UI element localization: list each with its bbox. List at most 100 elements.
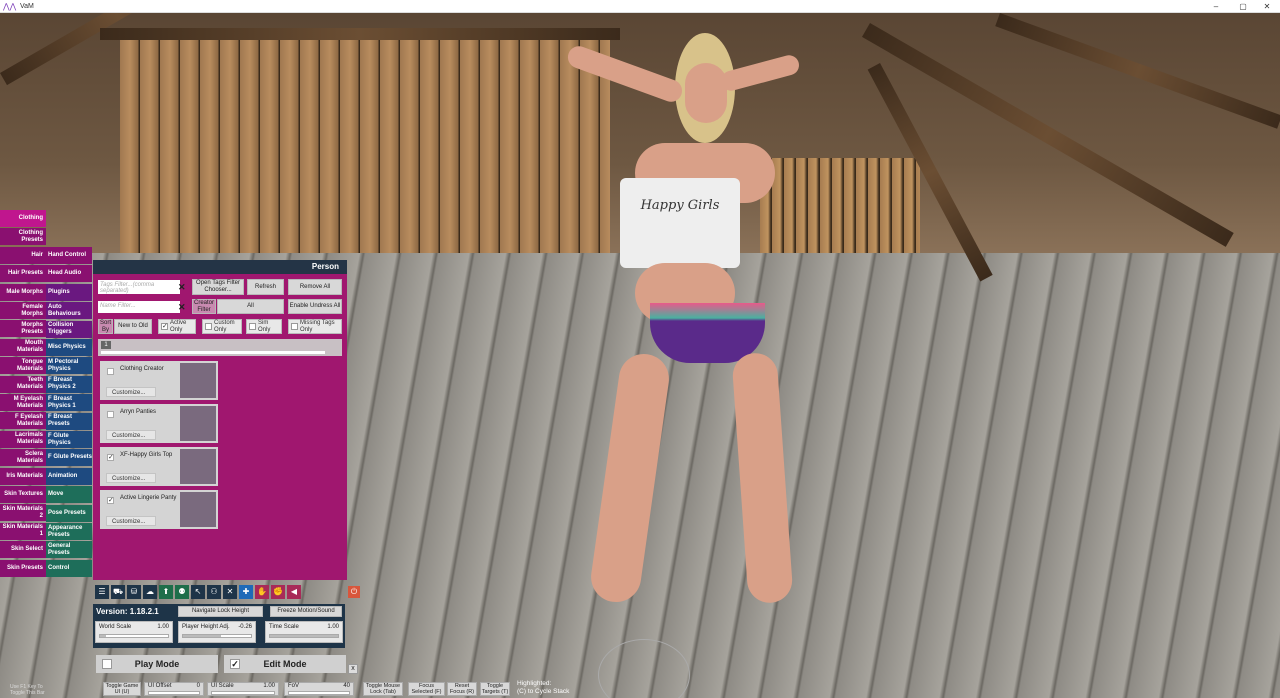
minimize-button[interactable]: – bbox=[1202, 0, 1230, 13]
toggle-mouse-lock-button[interactable]: Toggle Mouse Lock (Tab) bbox=[363, 682, 403, 696]
clear-name-filter-icon[interactable]: ✕ bbox=[178, 302, 186, 312]
missing-tags-checkbox[interactable] bbox=[291, 323, 298, 330]
tab-skin-presets[interactable]: Skin Presets bbox=[0, 559, 46, 577]
hand-icon[interactable]: ✋ bbox=[255, 585, 269, 599]
ui-offset-slider[interactable]: UI Offset 0 bbox=[144, 682, 204, 696]
tab-collision-triggers[interactable]: Collision Triggers bbox=[46, 320, 92, 338]
refresh-button[interactable]: Refresh bbox=[247, 279, 284, 295]
people-icon[interactable]: ⚇ bbox=[207, 585, 221, 599]
toggle-game-ui-button[interactable]: Toggle Game UI (U) bbox=[103, 682, 141, 696]
name-filter-input[interactable]: Name Filter... bbox=[98, 301, 180, 313]
tab-control[interactable]: Control bbox=[46, 559, 92, 577]
edit-mode-button[interactable]: ✓ Edit Mode bbox=[224, 655, 346, 673]
tab-iris-materials[interactable]: Iris Materials bbox=[0, 467, 46, 485]
tab-head-audio[interactable]: Head Audio bbox=[46, 265, 92, 283]
tab-skin-materials-2[interactable]: Skin Materials 2 bbox=[0, 504, 46, 522]
menu-icon[interactable]: ☰ bbox=[95, 585, 109, 599]
tab-auto-behaviours[interactable]: Auto Behaviours bbox=[46, 302, 92, 320]
customize-button[interactable]: Customize... bbox=[106, 516, 156, 526]
close-ui-button[interactable]: x bbox=[348, 664, 358, 674]
tab-misc-physics[interactable]: Misc Physics bbox=[46, 339, 92, 356]
fov-slider[interactable]: FoV 40 bbox=[284, 682, 354, 696]
tab-f-glute-presets[interactable]: F Glute Presets bbox=[46, 449, 92, 467]
tab-move[interactable]: Move bbox=[46, 486, 92, 504]
person-model[interactable]: Happy Girls bbox=[560, 23, 802, 643]
tab-tongue-materials[interactable]: Tongue Materials bbox=[0, 357, 46, 375]
page-number[interactable]: 1 bbox=[101, 341, 111, 349]
tab-f-eyelash-materials[interactable]: F Eyelash Materials bbox=[0, 412, 46, 430]
clothing-item-checkbox[interactable]: ✓ bbox=[107, 454, 114, 461]
open-tags-filter-button[interactable]: Open Tags Filter Chooser... bbox=[192, 279, 244, 295]
clothing-item-checkbox[interactable] bbox=[107, 411, 114, 418]
open-scene-icon[interactable]: ⛟ bbox=[111, 585, 125, 599]
active-only-checkbox[interactable]: ✓ bbox=[161, 323, 168, 330]
customize-button[interactable]: Customize... bbox=[106, 473, 156, 483]
player-height-slider[interactable]: Player Height Adj. -0.26 bbox=[178, 621, 256, 643]
tab-animation[interactable]: Animation bbox=[46, 467, 92, 485]
focus-selected-button[interactable]: Focus Selected (F) bbox=[408, 682, 445, 696]
tab-female-morphs[interactable]: Female Morphs bbox=[0, 302, 46, 319]
tab-pose-presets[interactable]: Pose Presets bbox=[46, 504, 92, 522]
tags-filter-input[interactable]: Tags Filter...(comma separated) bbox=[98, 280, 180, 294]
toggle-targets-button[interactable]: Toggle Targets (T) bbox=[480, 682, 510, 696]
sim-only-toggle[interactable]: Sim Only bbox=[246, 319, 282, 334]
enable-undress-all-button[interactable]: Enable Undress All bbox=[288, 299, 342, 314]
tab-general-presets[interactable]: General Presets bbox=[46, 541, 92, 559]
tab-f-glute-physics[interactable]: F Glute Physics bbox=[46, 431, 92, 448]
tab-male-morphs[interactable]: Male Morphs bbox=[0, 283, 46, 301]
tab-f-breast-physics-1[interactable]: F Breast Physics 1 bbox=[46, 394, 92, 412]
tab-appearance-presets[interactable]: Appearance Presets bbox=[46, 523, 92, 540]
select-icon[interactable]: ↖ bbox=[191, 585, 205, 599]
power-icon[interactable]: ⏻ bbox=[348, 586, 360, 598]
clothing-item-checkbox[interactable] bbox=[107, 368, 114, 375]
tab-hand-control[interactable]: Hand Control bbox=[46, 247, 92, 264]
tab-hair[interactable]: Hair bbox=[0, 246, 46, 264]
clothing-item-checkbox[interactable]: ✓ bbox=[107, 497, 114, 504]
move-icon[interactable]: ✚ bbox=[239, 585, 253, 599]
clear-tags-filter-icon[interactable]: ✕ bbox=[178, 282, 186, 292]
time-scale-slider[interactable]: Time Scale 1.00 bbox=[265, 621, 343, 643]
creator-filter-select[interactable]: All bbox=[217, 299, 284, 314]
world-scale-slider[interactable]: World Scale 1.00 bbox=[95, 621, 173, 643]
tab-f-breast-presets[interactable]: F Breast Presets bbox=[46, 412, 92, 430]
tab-clothing-presets[interactable]: Clothing Presets bbox=[0, 228, 46, 246]
play-mode-button[interactable]: Play Mode bbox=[96, 655, 218, 673]
add-atom-icon[interactable]: ⬆ bbox=[159, 585, 173, 599]
clothing-item[interactable]: ✓ Active Lingerie Panty Customize... bbox=[100, 490, 218, 529]
person-icon[interactable]: ⚉ bbox=[175, 585, 189, 599]
active-only-toggle[interactable]: ✓ Active Only bbox=[158, 319, 196, 334]
tab-plugins[interactable]: Plugins bbox=[46, 283, 92, 301]
customize-button[interactable]: Customize... bbox=[106, 430, 156, 440]
tab-teeth-materials[interactable]: Teeth Materials bbox=[0, 375, 46, 393]
reset-focus-button[interactable]: Reset Focus (R) bbox=[447, 682, 477, 696]
tab-skin-select[interactable]: Skin Select bbox=[0, 541, 46, 559]
close-window-button[interactable]: ✕ bbox=[1253, 0, 1280, 13]
tab-sclera-materials[interactable]: Sclera Materials bbox=[0, 449, 46, 467]
navigate-lock-height-toggle[interactable]: Navigate Lock Height bbox=[178, 606, 263, 617]
clothing-item[interactable]: Clothing Creator Customize... bbox=[100, 361, 218, 400]
tab-clothing[interactable]: Clothing bbox=[0, 210, 46, 227]
grab-icon[interactable]: ✊ bbox=[271, 585, 285, 599]
tab-morphs-presets[interactable]: Morphs Presets bbox=[0, 320, 46, 338]
tab-m-eyelash-materials[interactable]: M Eyelash Materials bbox=[0, 394, 46, 411]
load-icon[interactable]: ☁ bbox=[143, 585, 157, 599]
sim-only-checkbox[interactable] bbox=[249, 323, 256, 330]
page-scrollbar[interactable] bbox=[101, 351, 325, 354]
missing-tags-toggle[interactable]: Missing Tags Only bbox=[288, 319, 342, 334]
tab-f-breast-physics-2[interactable]: F Breast Physics 2 bbox=[46, 375, 92, 393]
tools-icon[interactable]: ✕ bbox=[223, 585, 237, 599]
tab-hair-presets[interactable]: Hair Presets bbox=[0, 265, 46, 283]
clothing-item[interactable]: ✓ XF-Happy Girls Top Customize... bbox=[100, 447, 218, 486]
ui-scale-slider[interactable]: UI Scale 1.00 bbox=[207, 682, 279, 696]
play-mode-checkbox[interactable] bbox=[102, 659, 112, 669]
remove-all-button[interactable]: Remove All bbox=[288, 279, 342, 295]
play-icon[interactable]: ◀ bbox=[287, 585, 301, 599]
sort-select[interactable]: New to Old bbox=[114, 319, 152, 334]
custom-only-checkbox[interactable] bbox=[205, 323, 212, 330]
tab-m-pectoral-physics[interactable]: M Pectoral Physics bbox=[46, 357, 92, 375]
tab-skin-textures[interactable]: Skin Textures bbox=[0, 486, 46, 503]
tab-mouth-materials[interactable]: Mouth Materials bbox=[0, 338, 46, 356]
tab-skin-materials-1[interactable]: Skin Materials 1 bbox=[0, 522, 46, 540]
tab-lacrimals-materials[interactable]: Lacrimals Materials bbox=[0, 430, 46, 448]
customize-button[interactable]: Customize... bbox=[106, 387, 156, 397]
